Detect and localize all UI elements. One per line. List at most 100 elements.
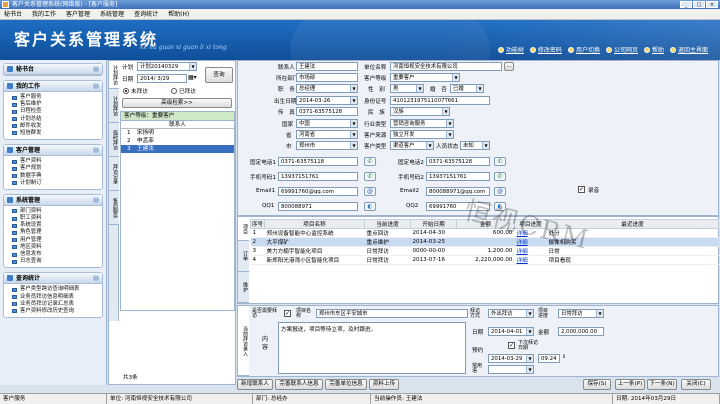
column-header[interactable]: 项目名称 xyxy=(264,219,365,229)
menu-system[interactable]: 系统管理 xyxy=(100,9,124,19)
nav-item[interactable]: 邮件收发 xyxy=(4,123,102,130)
column-header[interactable]: 开始日期 xyxy=(410,219,457,229)
title-select[interactable]: 总经理 xyxy=(296,84,358,93)
add-contact-button[interactable]: 新增联系人 xyxy=(237,379,273,390)
phone-call-icon[interactable]: ✆ xyxy=(494,157,506,166)
phone2-field[interactable]: 0371-63575128 xyxy=(426,157,490,166)
company-field[interactable]: 河南恒视安全技术有限公司 xyxy=(390,62,502,71)
status-select[interactable]: 未知 xyxy=(460,141,490,150)
city-select[interactable]: 郑州市 xyxy=(296,141,358,150)
close-window-button[interactable]: × xyxy=(706,1,718,8)
menu-stats[interactable]: 查询统计 xyxy=(134,9,158,19)
email-icon[interactable]: @ xyxy=(364,187,376,196)
phone1-field[interactable]: 0371-63575118 xyxy=(278,157,358,166)
upload-button[interactable]: 资料上传 xyxy=(369,379,399,390)
nav-item[interactable]: 客户服务 xyxy=(4,94,102,101)
spinner-icon[interactable]: ⇕ xyxy=(562,354,566,360)
nav-item[interactable]: 用户管理 xyxy=(4,237,102,244)
marital-select[interactable]: 已婚 xyxy=(450,84,484,93)
column-header[interactable]: 当前进度 xyxy=(364,219,411,229)
province-select[interactable]: 河南省 xyxy=(296,130,358,139)
menu-secretary[interactable]: 秘书台 xyxy=(4,9,22,19)
tab-projects[interactable]: 项目 xyxy=(238,217,249,241)
need-visit-checkbox[interactable]: ✓ xyxy=(284,310,291,317)
link-change-password[interactable]: 修改密码 xyxy=(529,45,562,54)
phone-call-icon[interactable]: ✆ xyxy=(364,172,376,181)
nav-item[interactable]: 客户类型跨访查询明细表 xyxy=(4,286,102,293)
chevron-icon[interactable]: ⌃ xyxy=(93,147,99,154)
save-button[interactable]: 保存(S) xyxy=(583,379,611,390)
tab-after-sales[interactable]: 售后服务 xyxy=(109,191,119,225)
menu-my-work[interactable]: 我的工作 xyxy=(32,9,56,19)
nav-item[interactable]: 售后维护 xyxy=(4,101,102,108)
nav-item[interactable]: 业务员拜访记录汇总表 xyxy=(4,301,102,308)
birth-date-field[interactable]: 2014-03-26 xyxy=(296,96,358,105)
tab-temp-visit[interactable]: 临时拜访 xyxy=(109,123,119,157)
link-company-site[interactable]: 公司网页 xyxy=(605,45,638,54)
tab-current-visit[interactable]: 当前拜访录入 xyxy=(238,306,249,376)
nav-item[interactable]: 客户资料修改历史查询 xyxy=(4,308,102,315)
detail-link[interactable]: 详细 xyxy=(514,246,547,256)
nav-item[interactable]: 日志查询 xyxy=(4,258,102,265)
visit-date-field[interactable]: 2014-04-01 xyxy=(488,327,534,336)
fax-field[interactable]: 0371-63575128 xyxy=(296,107,358,116)
menu-help[interactable]: 帮助(H) xyxy=(168,9,189,19)
nav-group-header[interactable]: 秘书台 ⌃ xyxy=(4,64,102,75)
list-item[interactable]: 2 申孟菲 xyxy=(121,137,234,145)
amount-field[interactable]: 2,000,000.00 xyxy=(558,327,604,336)
mobile2-field[interactable]: 13937151761 xyxy=(426,172,490,181)
chevron-icon[interactable]: ⌃ xyxy=(93,275,99,282)
dept-field[interactable]: 市场部 xyxy=(296,73,358,82)
tab-plan-visit-2[interactable]: 计划拜访 xyxy=(109,89,119,123)
complete-company-button[interactable]: 完善单位信息 xyxy=(325,379,367,390)
link-function-tree[interactable]: 功能树 xyxy=(497,45,524,54)
nav-group-header[interactable]: 查询统计 ⌃ xyxy=(4,273,102,285)
plan-select[interactable]: 计划20140329 xyxy=(137,62,197,71)
table-row-selected[interactable]: 2 大平煤矿 重点维护 2014-03-25 详细 摄像机购买 xyxy=(250,237,719,247)
qq-icon[interactable]: ◐ xyxy=(364,202,376,211)
nav-item[interactable]: 地区资料 xyxy=(4,244,102,251)
gender-select[interactable]: 男 xyxy=(390,84,424,93)
maximize-button[interactable]: □ xyxy=(693,1,705,8)
link-back-main[interactable]: 退回主界面 xyxy=(669,45,708,54)
nav-item[interactable]: 客户规划 xyxy=(4,165,102,172)
chevron-icon[interactable]: ⌃ xyxy=(93,83,99,89)
minimize-button[interactable]: _ xyxy=(680,1,692,8)
close-button[interactable]: 关闭(C) xyxy=(681,379,711,390)
stage-select[interactable]: 日常拜访 xyxy=(558,309,604,318)
tab-plan-visit[interactable]: 计划拜访 xyxy=(109,61,119,89)
country-select[interactable]: 中国 xyxy=(296,119,358,128)
next-visit-date[interactable]: 2014-03-29 xyxy=(488,354,534,363)
chevron-icon[interactable]: ⌃ xyxy=(93,196,99,203)
nav-group-header[interactable]: 系统管理 ⌃ xyxy=(4,194,102,206)
chevron-icon[interactable]: ⌃ xyxy=(93,66,99,72)
advanced-search-button[interactable]: 高级检索>> xyxy=(122,98,232,108)
radio-visited[interactable] xyxy=(171,88,177,94)
mobile1-field[interactable]: 13937151761 xyxy=(278,172,358,181)
query-button[interactable]: 查询 xyxy=(205,67,233,83)
table-row[interactable]: 4 新郑阳光港湾小区智能化项目 日常拜访 2013-07-16 2,220,000.00… xyxy=(250,255,719,265)
nav-item[interactable]: 职工资料 xyxy=(4,215,102,222)
nav-group-header[interactable]: 客户管理 ⌃ xyxy=(4,145,102,157)
nav-item[interactable]: 计划制订 xyxy=(4,180,102,187)
link-switch-user[interactable]: 用户切换 xyxy=(567,45,600,54)
previous-button[interactable]: 上一条(P) xyxy=(615,379,645,390)
nav-item[interactable]: 数据字典 xyxy=(4,173,102,180)
email1-field[interactable]: 69991760@qq.com xyxy=(278,187,358,196)
nav-item[interactable]: 系统设置 xyxy=(4,222,102,229)
tab-orders[interactable]: 订单 xyxy=(238,241,249,272)
source-select[interactable]: 独立开发 xyxy=(390,130,454,139)
next-visit-time[interactable]: 09:24 xyxy=(538,354,560,363)
company-browse-button[interactable]: … xyxy=(504,62,514,71)
table-row[interactable]: 3 美力方楠宇智能化项目 日常拜访 0000-00-00 1,200.00 详细 日常 xyxy=(250,246,719,256)
phone-call-icon[interactable]: ✆ xyxy=(494,172,506,181)
industry-select[interactable]: 营销咨询服务 xyxy=(390,119,454,128)
type-select[interactable]: 渠道客户 xyxy=(390,141,434,150)
menu-customer[interactable]: 客户管理 xyxy=(66,9,90,19)
list-item-selected[interactable]: 3 王建法 xyxy=(121,145,234,153)
level-select[interactable]: 重要客户 xyxy=(390,73,460,82)
id-field[interactable]: 410123197511007T661 xyxy=(390,96,490,105)
contact-field[interactable]: 王建法 xyxy=(296,62,358,71)
nav-item[interactable]: 短信群发 xyxy=(4,130,102,137)
phone-call-icon[interactable]: ✆ xyxy=(364,157,376,166)
